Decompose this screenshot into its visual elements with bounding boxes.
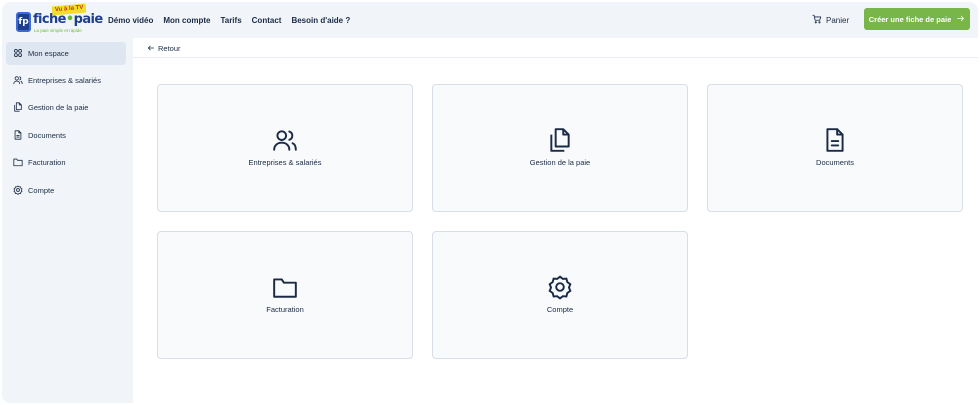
document-icon (822, 127, 848, 153)
sidebar-item-label: Compte (28, 186, 55, 195)
files-icon (13, 99, 23, 117)
card-label: Documents (816, 158, 854, 167)
sidebar-item-label: Entreprises & salariés (28, 76, 101, 85)
sidebar-item-compte[interactable]: Compte (6, 179, 126, 202)
top-header: fp fiche•paie Vu à la TV La paie simple … (2, 2, 978, 38)
sidebar-item-label: Mon espace (28, 49, 69, 58)
settings-icon (547, 274, 573, 300)
card-label: Compte (546, 305, 574, 314)
sidebar-item-mon-espace[interactable]: Mon espace (6, 42, 126, 65)
card-documents[interactable]: Documents (707, 84, 963, 212)
main-nav: Démo vidéo Mon compte Tarifs Contact Bes… (108, 2, 350, 38)
sidebar-item-entreprises[interactable]: Entreprises & salariés (6, 69, 126, 92)
main-content: Retour Entreprises & salariés Gestion de… (133, 38, 978, 403)
arrow-left-icon (147, 39, 155, 57)
fiche-paie-logo[interactable]: fp fiche•paie Vu à la TV La paie simple … (14, 3, 103, 35)
sidebar-item-label: Documents (28, 131, 66, 140)
folder-icon (272, 274, 298, 300)
logo-tagline: La paie simple et rapide (34, 28, 82, 33)
app-window: fp fiche•paie Vu à la TV La paie simple … (2, 2, 978, 403)
card-gestion-paie[interactable]: Gestion de la paie (432, 84, 688, 212)
sidebar-item-documents[interactable]: Documents (6, 124, 126, 147)
back-label: Retour (158, 43, 181, 53)
card-facturation[interactable]: Facturation (157, 231, 413, 359)
users-icon (272, 127, 298, 153)
settings-icon (13, 182, 23, 200)
card-label: Facturation (266, 305, 304, 314)
create-payslip-button[interactable]: Créer une fiche de paie (864, 8, 970, 30)
folder-icon (13, 154, 23, 172)
card-entreprises-salaries[interactable]: Entreprises & salariés (157, 84, 413, 212)
nav-besoin-aide[interactable]: Besoin d'aide ? (291, 16, 350, 25)
sidebar-item-label: Gestion de la paie (28, 103, 89, 112)
logo-badge: fp (16, 12, 31, 32)
nav-demo-video[interactable]: Démo vidéo (108, 16, 153, 25)
card-label: Entreprises & salariés (248, 158, 322, 167)
cart-label: Panier (826, 15, 850, 25)
back-link[interactable]: Retour (147, 42, 181, 54)
card-label: Gestion de la paie (529, 158, 591, 167)
nav-mon-compte[interactable]: Mon compte (163, 16, 210, 25)
sidebar-item-gestion-paie[interactable]: Gestion de la paie (6, 96, 126, 119)
sidebar-item-label: Facturation (28, 158, 66, 167)
document-icon (13, 127, 23, 145)
logo-wordmark: fiche•paie (33, 12, 103, 27)
arrow-right-icon (956, 10, 965, 28)
cart-link[interactable]: Panier (812, 2, 849, 38)
create-payslip-label: Créer une fiche de paie (868, 14, 952, 24)
sidebar: Mon espace Entreprises & salariés Gestio… (2, 38, 132, 403)
users-icon (13, 72, 23, 90)
files-icon (547, 127, 573, 153)
nav-contact[interactable]: Contact (252, 16, 282, 25)
card-compte[interactable]: Compte (432, 231, 688, 359)
sidebar-item-facturation[interactable]: Facturation (6, 151, 126, 174)
dashboard-icon (13, 45, 23, 63)
header-divider (133, 57, 978, 58)
cart-icon (812, 11, 822, 29)
nav-tarifs[interactable]: Tarifs (220, 16, 241, 25)
